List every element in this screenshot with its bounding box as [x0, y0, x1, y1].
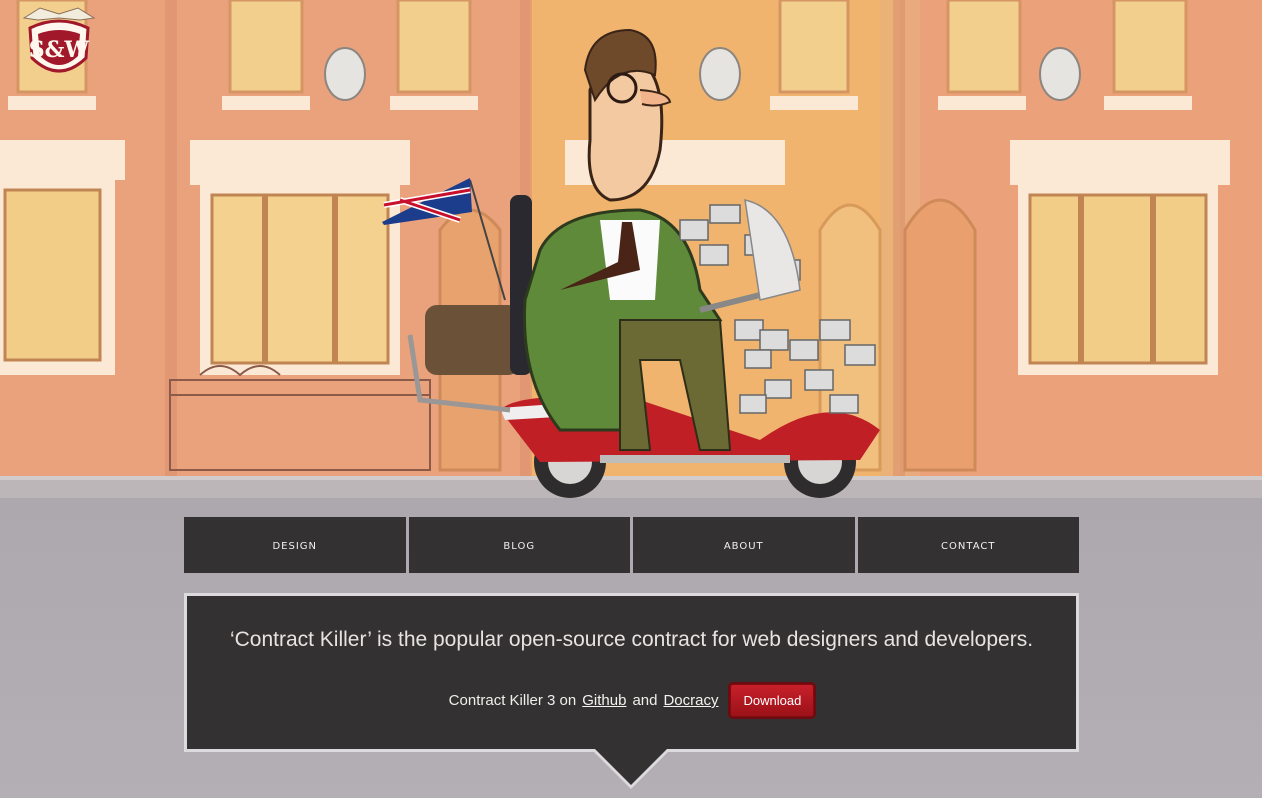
- hero-illustration: [0, 0, 1262, 498]
- panel-pointer-inner: [595, 749, 667, 785]
- main-nav: Design Blog About Contact: [184, 517, 1079, 573]
- nav-item-blog[interactable]: Blog: [408, 517, 630, 573]
- intro-links-row: Contract Killer 3 on Github and Docracy …: [187, 684, 1076, 717]
- docracy-link[interactable]: Docracy: [663, 692, 718, 709]
- intro-panel: ‘Contract Killer’ is the popular open-so…: [184, 593, 1079, 752]
- download-button[interactable]: Download: [730, 684, 815, 717]
- intro-tagline: ‘Contract Killer’ is the popular open-so…: [229, 628, 1034, 651]
- github-link[interactable]: Github: [582, 692, 626, 709]
- logo-text: S&W: [29, 37, 90, 63]
- logo-crest[interactable]: S&W: [20, 4, 98, 84]
- version-text: Contract Killer 3 on: [448, 692, 577, 709]
- nav-item-design[interactable]: Design: [184, 517, 406, 573]
- nav-item-contact[interactable]: Contact: [857, 517, 1079, 573]
- nav-item-about[interactable]: About: [633, 517, 855, 573]
- and-text: and: [632, 692, 658, 709]
